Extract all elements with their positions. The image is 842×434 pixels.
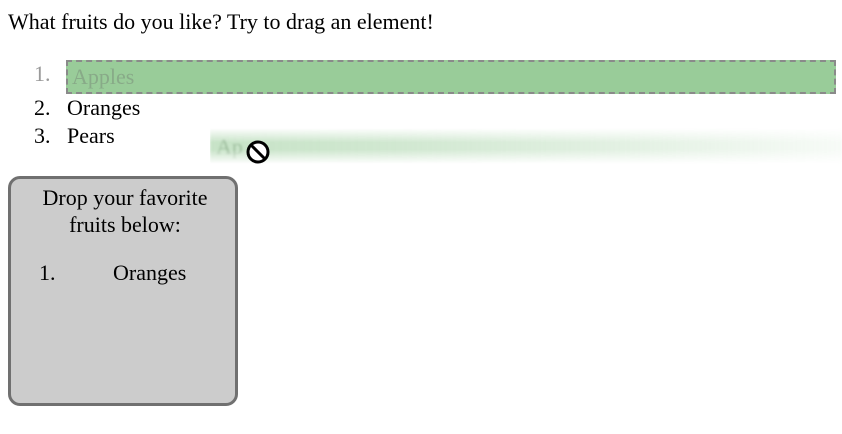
drag-ghost-image: Ap: [210, 128, 842, 164]
drop-zone[interactable]: Drop your favorite fruits below: 1. Oran…: [8, 176, 238, 406]
list-item-label: Apples: [72, 64, 135, 89]
list-item-apples[interactable]: 1. Apples: [0, 60, 842, 94]
list-item-label: Pears: [67, 123, 115, 148]
drag-placeholder: [66, 60, 836, 94]
list-item-number: 3.: [34, 123, 51, 148]
list-item-number: 1.: [39, 260, 56, 285]
list-item-label: Oranges: [67, 95, 141, 120]
question-text: What fruits do you like? Try to drag an …: [8, 9, 434, 34]
no-drop-cursor-icon: [246, 140, 270, 164]
drop-zone-title: Drop your favorite fruits below:: [42, 185, 208, 237]
drag-ghost-label: Ap: [216, 134, 243, 159]
list-item-oranges[interactable]: 2. Oranges: [0, 94, 842, 122]
list-item-label: Oranges: [113, 260, 187, 285]
list-item-number: 1.: [34, 61, 51, 86]
list-item-number: 2.: [34, 95, 51, 120]
